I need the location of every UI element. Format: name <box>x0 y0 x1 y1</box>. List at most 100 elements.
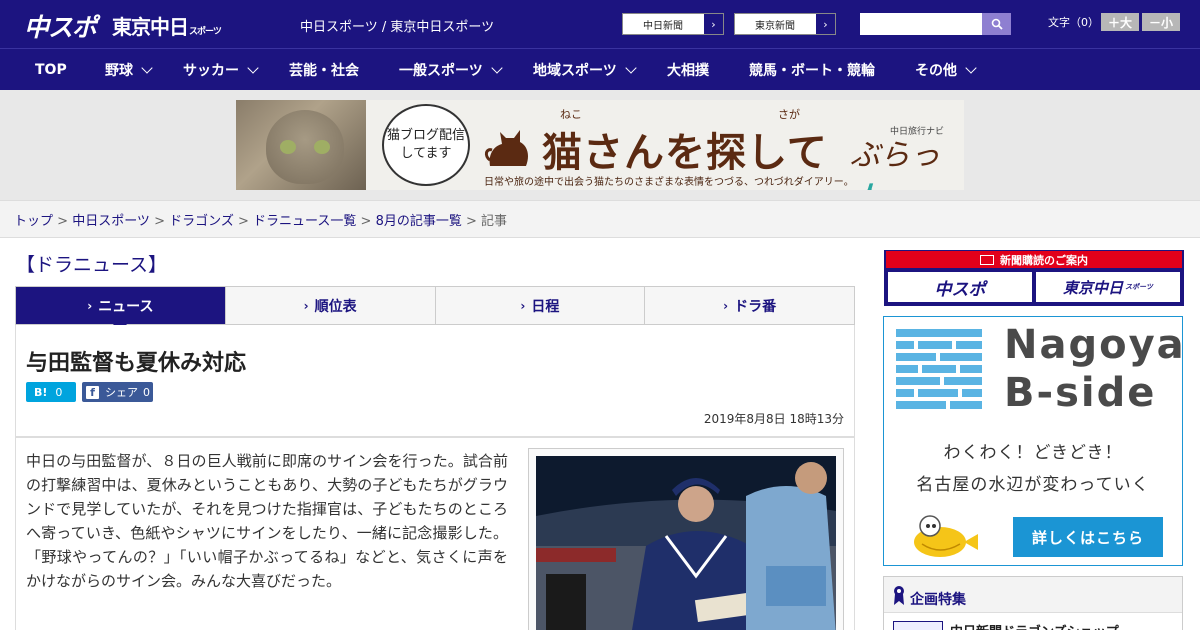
breadcrumb-link[interactable]: 8月の記事一覧 <box>376 214 462 229</box>
nav-item-other[interactable]: その他 <box>915 49 977 91</box>
breadcrumb-separator: > <box>461 214 482 229</box>
ribbon-badge-icon <box>894 586 904 605</box>
bside-details-button[interactable]: 詳しくはこちら <box>1013 517 1163 557</box>
breadcrumb-link[interactable]: 中日スポーツ <box>72 214 150 229</box>
cat-blog-banner[interactable]: 猫ブログ配信してます ねこ さが 猫さんを探して 日常や旅の途中で出会う猫たちの… <box>236 100 964 190</box>
font-size-label: 文字（0） <box>1048 16 1099 29</box>
chuspo-logo[interactable]: 中スポ <box>24 8 97 44</box>
chevron-right-icon: › <box>703 14 723 34</box>
chevron-right-icon: › <box>520 298 526 313</box>
cat-eye <box>314 140 330 154</box>
nav-item-label: その他 <box>915 63 957 79</box>
tab-standings[interactable]: › 順位表 <box>226 287 436 324</box>
article-title: 与田監督も夏休み対応 <box>26 351 247 376</box>
site-names: 中日スポーツ / 東京中日スポーツ <box>300 20 495 35</box>
chunichi-shimbun-link[interactable]: 中日新聞 › <box>622 13 724 35</box>
banner-navi-a: ぶらっ <box>850 138 940 173</box>
article-photo-image <box>536 456 836 630</box>
facebook-share-count: 0 <box>143 385 150 399</box>
breadcrumb-separator: > <box>149 214 170 229</box>
nav-item-label: TOP <box>35 62 67 78</box>
subscription-tokyo-link[interactable]: 東京中日 スポーツ <box>1036 272 1180 302</box>
nav-item-label: 地域スポーツ <box>533 63 617 79</box>
breadcrumb: トップ > 中日スポーツ > ドラゴンズ > ドラニュース一覧 > 8月の記事一… <box>14 210 507 229</box>
chevron-right-icon: › <box>723 298 729 313</box>
breadcrumb-link[interactable]: ドラニュース一覧 <box>253 214 356 229</box>
subscription-header-label: 新聞購読のご案内 <box>1000 253 1088 267</box>
subscription-chuspo-label: 中スポ <box>934 279 986 300</box>
article-photo[interactable] <box>536 456 836 630</box>
tokyo-chunichi-logo[interactable]: 東京中日スポーツ <box>112 11 222 40</box>
nav-item-baseball[interactable]: 野球 <box>105 49 153 91</box>
chevron-right-icon: › <box>303 298 309 313</box>
tab-label: ドラ番 <box>734 298 777 315</box>
breadcrumb-current: 記事 <box>481 214 508 229</box>
banner-navi-logo: ぶらっ人 <box>850 130 964 190</box>
cat-face <box>266 110 344 184</box>
tab-dora-ban[interactable]: › ドラ番 <box>645 287 854 324</box>
nav-item-label: 大相撲 <box>667 63 709 79</box>
search-input[interactable] <box>860 13 982 35</box>
tab-schedule[interactable]: › 日程 <box>436 287 646 324</box>
chevron-down-icon <box>965 62 977 74</box>
top-header: 中スポ 東京中日スポーツ 中日スポーツ / 東京中日スポーツ 中日新聞 › 東京… <box>0 0 1200 48</box>
font-increase-button[interactable]: ＋大 <box>1101 13 1139 31</box>
nav-item-general-sports[interactable]: 一般スポーツ <box>399 49 503 91</box>
cat-silhouette-icon <box>484 130 528 166</box>
subscription-chuspo-link[interactable]: 中スポ <box>888 272 1032 302</box>
font-decrease-button[interactable]: －小 <box>1142 13 1180 31</box>
nav-item-top[interactable]: TOP <box>35 49 67 91</box>
nav-item-local-sports[interactable]: 地域スポーツ <box>533 49 637 91</box>
breadcrumb-link[interactable]: トップ <box>14 214 53 229</box>
breadcrumb-separator: > <box>53 214 73 229</box>
chevron-down-icon <box>491 62 503 74</box>
tab-label: ニュース <box>98 298 154 315</box>
tokyo-chunichi-logo-small: スポーツ <box>189 27 222 37</box>
breadcrumb-link[interactable]: ドラゴンズ <box>169 214 234 229</box>
chevron-down-icon <box>625 62 637 74</box>
facebook-share-label: シェア <box>105 386 138 399</box>
feature-thumbnail[interactable] <box>893 621 943 630</box>
tokyo-shimbun-label: 東京新聞 <box>755 20 795 32</box>
main-nav: TOP 野球 サッカー 芸能・社会 一般スポーツ 地域スポーツ 大相撲 競馬・ボ… <box>0 48 1200 90</box>
nav-item-label: 芸能・社会 <box>289 63 359 79</box>
tokyo-shimbun-link[interactable]: 東京新聞 › <box>734 13 836 35</box>
subscription-header: 新聞購読のご案内 <box>886 251 1182 268</box>
tab-news[interactable]: › ニュース <box>16 287 226 332</box>
cat-eye <box>280 140 296 154</box>
search-icon <box>991 18 1003 30</box>
nav-item-label: 野球 <box>105 63 133 79</box>
search-button[interactable] <box>982 13 1011 35</box>
nav-item-label: 競馬・ボート・競輪 <box>749 63 875 79</box>
nav-item-label: 一般スポーツ <box>399 63 483 79</box>
speech-bubble: 猫ブログ配信してます <box>382 104 470 186</box>
hatena-icon: B! <box>34 385 48 399</box>
nav-item-entertainment[interactable]: 芸能・社会 <box>289 49 359 91</box>
subscription-tokyo-small: スポーツ <box>1125 283 1153 291</box>
nav-item-sumo[interactable]: 大相撲 <box>667 49 709 91</box>
subscription-tokyo-label: 東京中日 <box>1063 278 1124 297</box>
tokyo-chunichi-logo-text: 東京中日 <box>112 15 189 39</box>
brick-wall-icon <box>896 329 982 409</box>
feature-item-link[interactable]: 中日新聞ドラゴンズショップ <box>950 621 1119 630</box>
bside-title-line1: Nagoya <box>1004 322 1186 368</box>
tab-label: 日程 <box>531 298 560 315</box>
facebook-share-button[interactable]: f シェア 0 <box>82 382 153 402</box>
bside-tagline2: 名古屋の水辺が変わっていく <box>916 475 1150 495</box>
tab-label: 順位表 <box>314 298 357 315</box>
bside-title-line2: B-side <box>1004 370 1157 416</box>
breadcrumb-separator: > <box>233 214 254 229</box>
nav-item-racing[interactable]: 競馬・ボート・競輪 <box>749 49 875 91</box>
banner-navi-b: 人 <box>850 182 880 190</box>
chevron-right-icon: › <box>815 14 835 34</box>
nav-item-soccer[interactable]: サッカー <box>183 49 259 91</box>
hatena-bookmark-button[interactable]: B! 0 <box>26 382 76 402</box>
breadcrumb-separator: > <box>356 214 376 229</box>
feature-title: 企画特集 <box>910 592 966 608</box>
chevron-down-icon <box>141 62 153 74</box>
hatena-count: 0 <box>55 385 63 399</box>
nav-item-label: サッカー <box>183 63 239 79</box>
newspaper-icon <box>980 254 994 265</box>
facebook-icon: f <box>86 385 99 399</box>
article-body: 中日の与田監督が、８日の巨人戦前に即席のサイン会を行った。試合前の打撃練習中は、… <box>26 452 508 590</box>
